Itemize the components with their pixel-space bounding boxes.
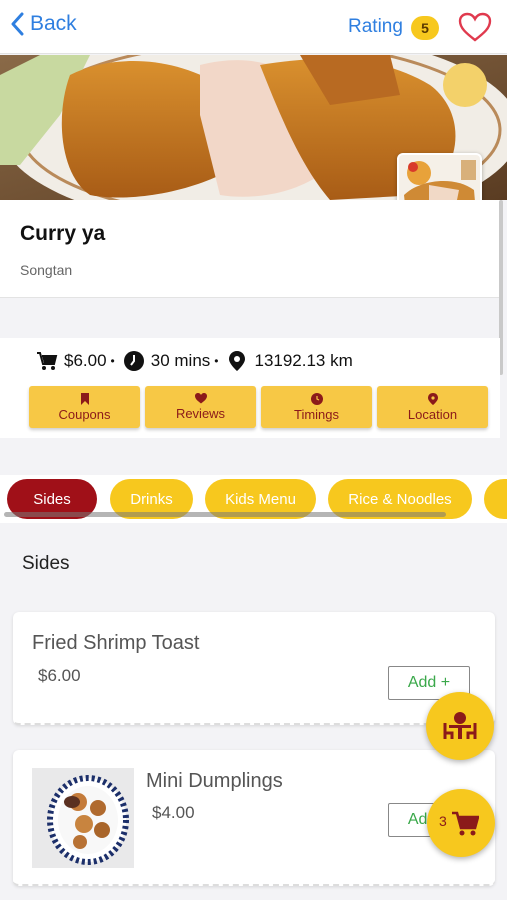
reviews-label: Reviews bbox=[175, 406, 226, 421]
cart-count: 3 bbox=[439, 813, 447, 829]
bookmark-icon bbox=[80, 392, 89, 405]
item-name: Fried Shrimp Toast bbox=[32, 632, 200, 654]
item-price: $6.00 bbox=[38, 666, 81, 685]
heart-icon bbox=[194, 393, 207, 404]
location-label: Location bbox=[407, 406, 458, 422]
table-booking-button[interactable] bbox=[426, 692, 494, 760]
coupons-label: Coupons bbox=[58, 406, 111, 422]
rating-badge: 5 bbox=[411, 16, 439, 40]
separator: • bbox=[110, 354, 115, 368]
heart-outline-icon bbox=[458, 12, 492, 42]
stats-panel: $6.00 • 30 mins • 13192.13 km Coupons Re… bbox=[0, 338, 500, 438]
location-pin-icon bbox=[427, 392, 438, 405]
time-value: 30 mins bbox=[150, 351, 211, 370]
timings-button[interactable]: Timings bbox=[261, 386, 372, 428]
chevron-left-icon bbox=[11, 12, 24, 36]
section-title: Sides bbox=[22, 553, 70, 574]
tab-more[interactable] bbox=[484, 479, 507, 519]
cart-button[interactable]: 3 bbox=[427, 789, 495, 857]
back-label: Back bbox=[30, 12, 77, 35]
restaurant-location: Songtan bbox=[20, 262, 73, 278]
top-bar: Back Rating 5 bbox=[0, 0, 507, 54]
tabs-scroll-indicator bbox=[4, 512, 446, 517]
location-button[interactable]: Location bbox=[377, 386, 488, 428]
distance-value: 13192.13 km bbox=[254, 351, 353, 370]
dining-table-icon bbox=[443, 712, 477, 739]
favorite-button[interactable] bbox=[458, 12, 492, 47]
cart-icon bbox=[37, 352, 58, 370]
stats-line: $6.00 • 30 mins • 13192.13 km bbox=[36, 350, 353, 372]
item-name: Mini Dumplings bbox=[146, 770, 283, 792]
item-image bbox=[32, 768, 134, 868]
location-pin-icon bbox=[229, 351, 246, 371]
back-button[interactable]: Back bbox=[10, 12, 77, 36]
item-price: $4.00 bbox=[152, 803, 195, 822]
clock-icon bbox=[310, 392, 323, 405]
timings-label: Timings bbox=[293, 406, 340, 422]
menu-item-card[interactable]: Mini Dumplings $4.00 Add + bbox=[13, 750, 495, 886]
rating-label[interactable]: Rating bbox=[348, 16, 403, 38]
separator: • bbox=[214, 354, 219, 368]
reviews-button[interactable]: Reviews bbox=[145, 386, 256, 428]
price-value: $6.00 bbox=[64, 351, 107, 370]
cart-icon bbox=[452, 811, 479, 836]
restaurant-info: Curry ya Songtan bbox=[0, 200, 500, 298]
restaurant-name: Curry ya bbox=[20, 222, 106, 245]
clock-icon bbox=[123, 351, 144, 371]
coupons-button[interactable]: Coupons bbox=[29, 386, 140, 428]
menu-item-card[interactable]: Fried Shrimp Toast $6.00 Add + bbox=[13, 612, 495, 725]
